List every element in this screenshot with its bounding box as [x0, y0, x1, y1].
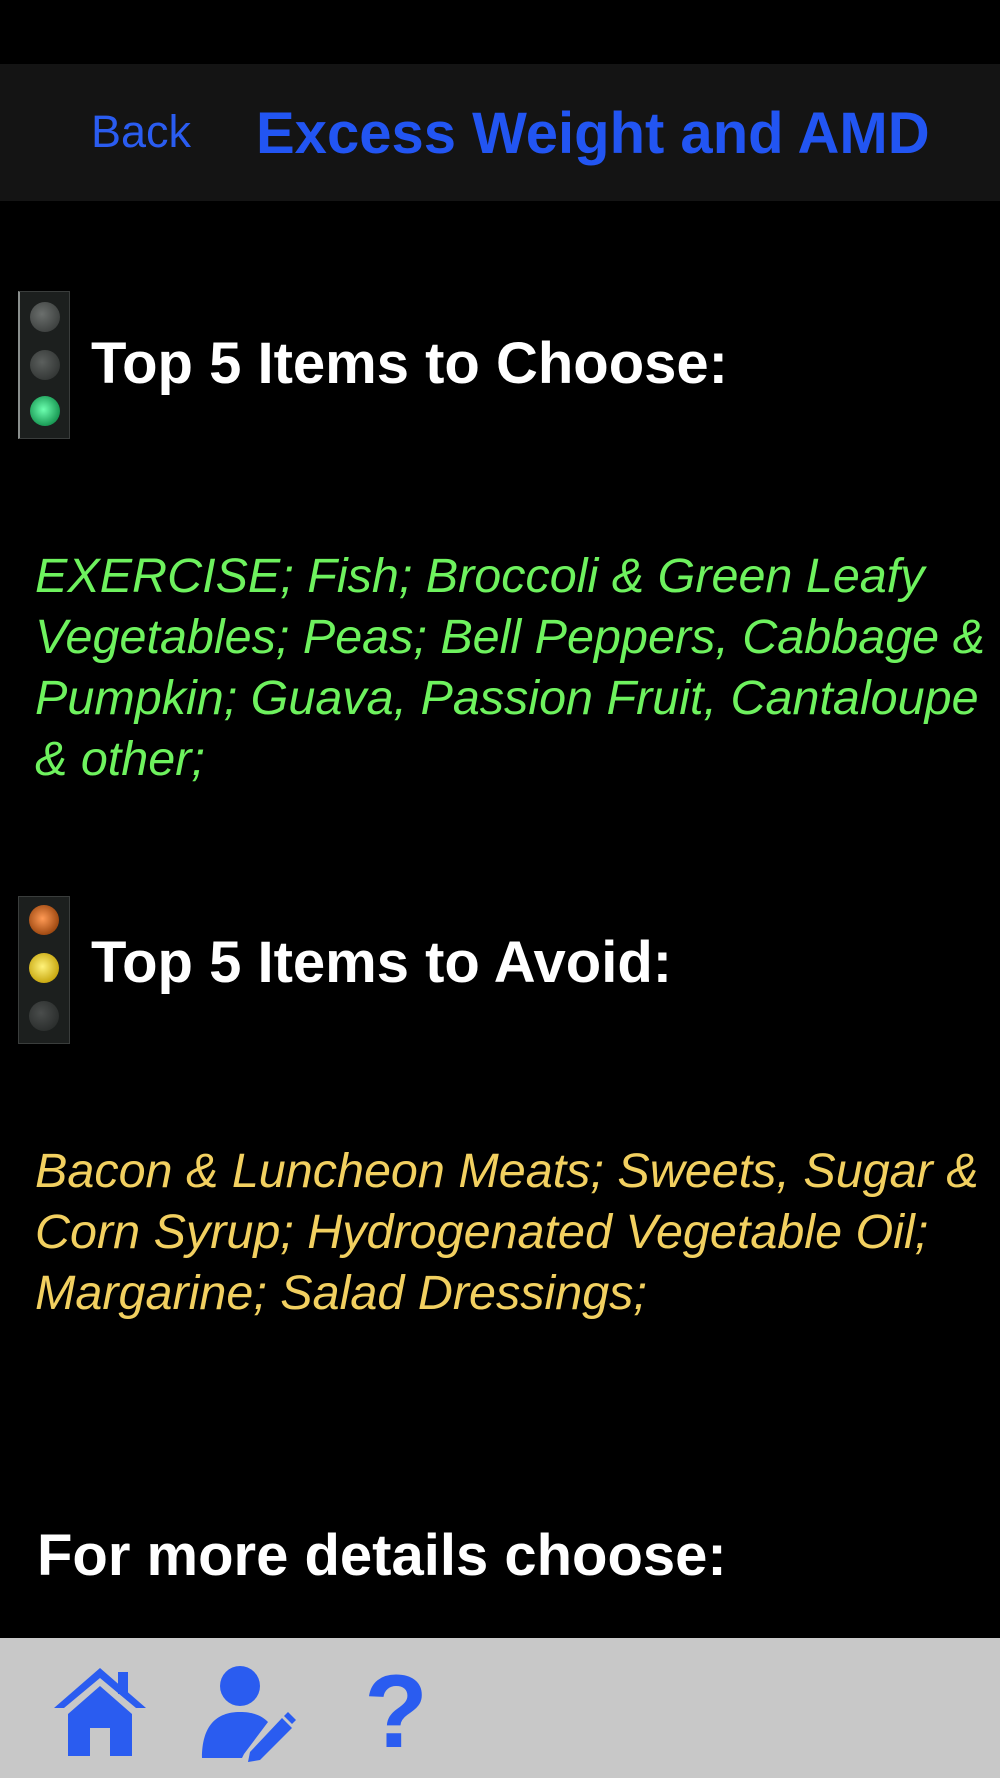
- choose-heading: Top 5 Items to Choose:: [91, 331, 728, 396]
- avoid-items-text: Bacon & Luncheon Meats; Sweets, Sugar & …: [35, 1144, 979, 1320]
- more-details-heading: For more details choose:: [37, 1523, 727, 1588]
- bottom-tab-bar: ?: [0, 1638, 1000, 1778]
- help-icon: ?: [364, 1654, 428, 1770]
- user-edit-icon: [202, 1666, 296, 1762]
- home-button[interactable]: [50, 1662, 150, 1762]
- page-title: Excess Weight and AMD: [256, 101, 930, 166]
- home-icon: [54, 1668, 146, 1756]
- choose-items-text: EXERCISE; Fish; Broccoli & Green Leafy V…: [35, 549, 985, 786]
- avoid-heading: Top 5 Items to Avoid:: [91, 930, 673, 995]
- amber-traffic-light-icon: [18, 896, 70, 1044]
- user-edit-button[interactable]: [196, 1662, 296, 1762]
- back-button[interactable]: Back: [91, 104, 191, 160]
- green-traffic-light-icon: [18, 291, 70, 439]
- help-button[interactable]: ?: [346, 1654, 446, 1770]
